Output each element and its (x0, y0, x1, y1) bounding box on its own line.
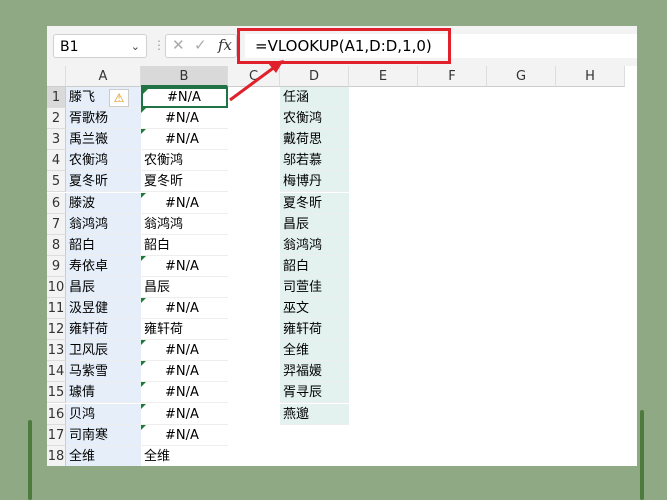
plant-decoration (640, 410, 644, 500)
annotation-arrow (229, 60, 284, 102)
plant-decoration (28, 420, 32, 500)
